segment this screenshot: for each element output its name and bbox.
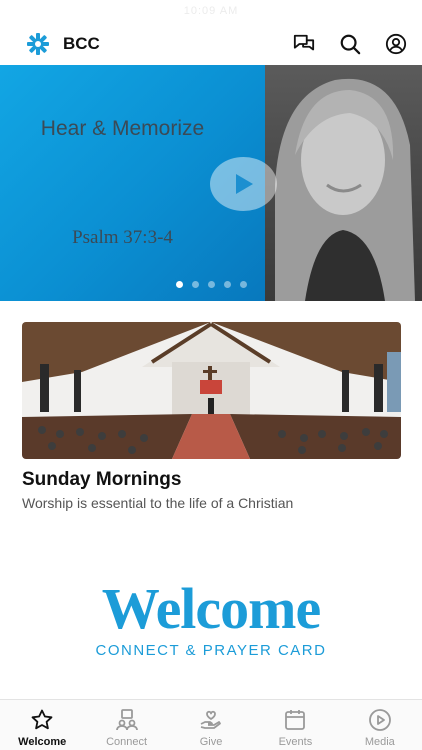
carousel-dot[interactable] (223, 281, 231, 288)
profile-button[interactable] (384, 32, 408, 56)
church-sanctuary-image (22, 322, 401, 459)
brand-name: BCC (63, 33, 100, 53)
welcome-headline: Welcome (101, 576, 321, 641)
hero-carousel[interactable]: Hear & Memorize Psalm 37:3-4 (0, 65, 422, 301)
tab-events[interactable]: Events (253, 700, 337, 750)
account-icon (385, 33, 407, 54)
slide-title: Hear & Memorize (40, 117, 205, 140)
slide-verse: Psalm 37:3-4 (72, 227, 173, 248)
card-title: Sunday Mornings (22, 469, 182, 490)
speaker-portrait-image (275, 78, 415, 301)
tab-label: Media (364, 736, 395, 748)
status-bar: 10:09 AM (0, 0, 422, 22)
search-icon (340, 34, 361, 54)
tab-media[interactable]: Media (338, 700, 422, 750)
calendar-icon (285, 710, 306, 730)
top-bar: BCC (0, 22, 422, 65)
welcome-subline: CONNECT & PRAYER CARD (95, 642, 327, 659)
carousel-pagination (0, 281, 422, 288)
chat-icon (293, 34, 315, 50)
play-icon (235, 174, 253, 194)
search-button[interactable] (338, 32, 362, 56)
bottom-tab-bar: Welcome Connect Give Events Media (0, 699, 422, 750)
tab-connect[interactable]: Connect (84, 700, 168, 750)
tab-give[interactable]: Give (169, 700, 253, 750)
sunday-mornings-card[interactable]: Sunday Mornings Worship is essential to … (22, 322, 401, 511)
tab-label: Connect (106, 736, 148, 748)
star-icon (31, 709, 53, 730)
carousel-dot[interactable] (207, 281, 215, 288)
play-video-button[interactable] (210, 157, 277, 211)
messages-button[interactable] (292, 32, 316, 56)
tab-welcome[interactable]: Welcome (0, 700, 84, 750)
carousel-dot[interactable] (175, 281, 183, 288)
status-time: 10:09 AM (183, 5, 239, 17)
card-subtitle: Worship is essential to the life of a Ch… (22, 495, 294, 511)
tab-label: Events (278, 736, 313, 748)
people-icon (115, 709, 138, 731)
tab-label: Give (199, 736, 223, 748)
bcc-logo-icon (27, 32, 49, 55)
carousel-dot[interactable] (191, 281, 199, 288)
give-hand-icon (200, 710, 221, 729)
tab-label: Welcome (18, 736, 67, 748)
play-circle-icon (368, 709, 391, 731)
welcome-connect-card-banner[interactable]: Welcome CONNECT & PRAYER CARD (0, 576, 422, 660)
speaker-photo (265, 65, 422, 301)
carousel-dot[interactable] (239, 281, 247, 288)
